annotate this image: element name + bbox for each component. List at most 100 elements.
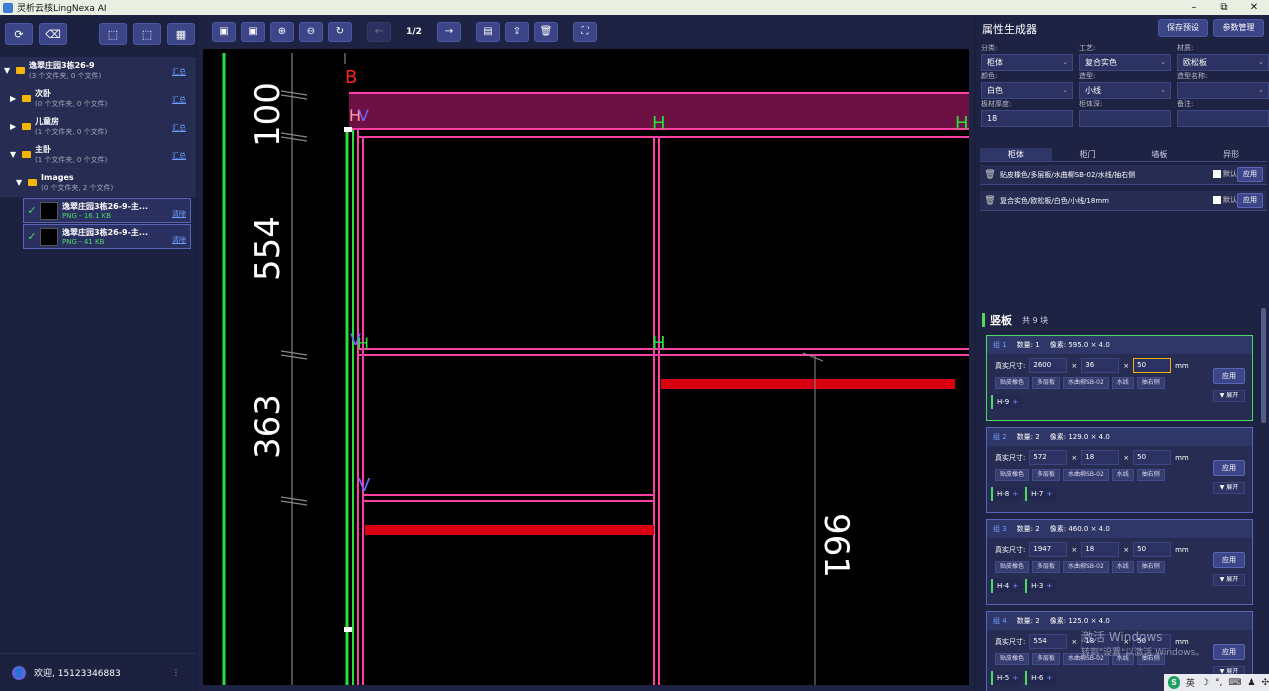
board-chip[interactable]: H-4 + xyxy=(991,579,1023,593)
board-chip[interactable]: H-8 + xyxy=(991,487,1023,501)
expand-arrow-icon[interactable]: ▼ xyxy=(16,178,26,187)
recognize-button[interactable]: ▤ xyxy=(476,21,500,42)
tree-node[interactable]: ▶ 次卧 (0 个文件夹, 0 个文件) 汇总 xyxy=(0,85,196,113)
add-icon[interactable]: + xyxy=(1046,582,1052,590)
tab-0[interactable]: 柜体 xyxy=(980,148,1052,161)
avatar[interactable]: 👤 xyxy=(12,665,26,680)
scrollbar-thumb[interactable] xyxy=(1261,308,1266,423)
tab-1[interactable]: 柜门 xyxy=(1052,148,1124,161)
apply-size-button[interactable]: 应用 xyxy=(1213,552,1245,568)
refresh-button[interactable]: ⟳ xyxy=(5,23,33,45)
thickness-input[interactable]: 18 xyxy=(1081,542,1120,557)
clear-button[interactable]: ⌫ xyxy=(39,23,67,45)
apply-preset-button[interactable]: 应用 xyxy=(1237,193,1263,208)
expand-button[interactable]: ▼ 展开 xyxy=(1213,390,1245,402)
param-management-button[interactable]: 参数管理 xyxy=(1213,19,1264,37)
reset-button[interactable]: ↻ xyxy=(328,21,352,42)
tree-node[interactable]: ▼ 逸翠庄园3栋26-9 (3 个文件夹, 0 个文件) 汇总 xyxy=(0,57,196,85)
fit-width-button[interactable]: ▣ xyxy=(212,21,236,42)
apply-size-button[interactable]: 应用 xyxy=(1213,644,1245,660)
board-chip[interactable]: H-5 + xyxy=(991,671,1023,685)
delete-button[interactable]: 🗑 xyxy=(534,21,558,42)
settings-icon[interactable]: ✣ xyxy=(1261,678,1269,688)
user-icon[interactable]: ♟ xyxy=(1247,678,1255,688)
board-group[interactable]: 组 3 数量: 2 像素: 460.0 × 4.0 真实尺寸: 1947 × 18 × 50 m… xyxy=(986,519,1253,605)
field-input[interactable]: 18 xyxy=(981,110,1073,127)
field-input[interactable]: ⌄ xyxy=(1177,82,1269,99)
fullscreen-button[interactable]: ⛶ xyxy=(573,21,597,42)
field-input[interactable] xyxy=(1177,110,1269,127)
expand-arrow-icon[interactable]: ▶ xyxy=(10,94,20,103)
user-menu-button[interactable]: ⋮ xyxy=(172,668,180,677)
file-item[interactable]: ✓ 逸翠庄园3栋26-9-主... PNG - 41 KB 清除 xyxy=(23,224,191,249)
summary-link[interactable]: 汇总 xyxy=(172,67,186,77)
expand-button[interactable]: ▼ 展开 xyxy=(1213,482,1245,494)
length-input[interactable]: 2600 xyxy=(1029,358,1068,373)
add-icon[interactable]: + xyxy=(1046,490,1052,498)
board-chip[interactable]: H-3 + xyxy=(1025,579,1057,593)
field-input[interactable] xyxy=(1079,110,1171,127)
expand-arrow-icon[interactable]: ▼ xyxy=(10,150,20,159)
add-icon[interactable]: + xyxy=(1046,674,1052,682)
width-input[interactable]: 50 xyxy=(1133,358,1172,373)
board-group[interactable]: 组 2 数量: 2 像素: 129.0 × 4.0 真实尺寸: 572 × 18 × 50 mm… xyxy=(986,427,1253,513)
default-checkbox[interactable] xyxy=(1213,170,1221,178)
select-file-button[interactable]: ⬚ xyxy=(99,23,127,45)
ime-toolbar[interactable]: S 英 ☽ °, ⌨ ♟ ✣ xyxy=(1164,674,1269,691)
apply-size-button[interactable]: 应用 xyxy=(1213,368,1245,384)
length-input[interactable]: 554 xyxy=(1029,634,1068,649)
add-icon[interactable]: + xyxy=(1012,582,1018,590)
width-input[interactable]: 50 xyxy=(1133,450,1172,465)
apply-preset-button[interactable]: 应用 xyxy=(1237,167,1263,182)
batch-button[interactable]: ▦ xyxy=(167,23,195,45)
drawing-canvas[interactable]: B H V H H V H H V 100 554 363 961 xyxy=(203,49,969,685)
export-button[interactable]: ⇪ xyxy=(505,21,529,42)
summary-link[interactable]: 汇总 xyxy=(172,151,186,161)
width-input[interactable]: 50 xyxy=(1133,542,1172,557)
field-input[interactable]: 小线 ⌄ xyxy=(1079,82,1171,99)
clear-link[interactable]: 清除 xyxy=(172,209,186,219)
select-folder-button[interactable]: ⬚ xyxy=(133,23,161,45)
summary-link[interactable]: 汇总 xyxy=(172,95,186,105)
add-icon[interactable]: + xyxy=(1012,398,1018,406)
expand-arrow-icon[interactable]: ▶ xyxy=(10,122,20,131)
length-input[interactable]: 572 xyxy=(1029,450,1068,465)
thickness-input[interactable]: 36 xyxy=(1081,358,1120,373)
thickness-input[interactable]: 18 xyxy=(1081,450,1120,465)
moon-icon[interactable]: ☽ xyxy=(1201,678,1209,688)
tree-node[interactable]: ▼ Images (0 个文件夹, 2 个文件) xyxy=(0,169,196,197)
add-icon[interactable]: + xyxy=(1012,674,1018,682)
field-input[interactable]: 柜体 ⌄ xyxy=(981,54,1073,71)
apply-size-button[interactable]: 应用 xyxy=(1213,460,1245,476)
keyboard-icon[interactable]: ⌨ xyxy=(1228,678,1241,688)
board-chip[interactable]: H-9 + xyxy=(991,395,1023,409)
maximize-button[interactable]: ⧉ xyxy=(1209,0,1239,15)
minimize-button[interactable]: – xyxy=(1179,0,1209,15)
tree-node[interactable]: ▼ 主卧 (1 个文件夹, 0 个文件) 汇总 xyxy=(0,141,196,169)
add-icon[interactable]: + xyxy=(1012,490,1018,498)
expand-button[interactable]: ▼ 展开 xyxy=(1213,574,1245,586)
trash-icon[interactable]: 🗑 xyxy=(983,196,997,206)
length-input[interactable]: 1947 xyxy=(1029,542,1068,557)
board-chip[interactable]: H-6 + xyxy=(1025,671,1057,685)
punct-icon[interactable]: °, xyxy=(1215,678,1222,688)
field-input[interactable]: 白色 ⌄ xyxy=(981,82,1073,99)
expand-arrow-icon[interactable]: ▼ xyxy=(4,66,14,75)
field-input[interactable]: 欧松板 ⌄ xyxy=(1177,54,1269,71)
zoom-in-button[interactable]: ⊕ xyxy=(270,21,294,42)
board-group[interactable]: 组 1 数量: 1 像素: 595.0 × 4.0 真实尺寸: 2600 × 36 × 50 m… xyxy=(986,335,1253,421)
summary-link[interactable]: 汇总 xyxy=(172,123,186,133)
next-page-button[interactable]: → xyxy=(437,21,461,42)
default-checkbox[interactable] xyxy=(1213,196,1221,204)
file-item[interactable]: ✓ 逸翠庄园3栋26-9-主... PNG - 16.1 KB 清除 xyxy=(23,198,191,223)
close-button[interactable]: ✕ xyxy=(1239,0,1269,15)
tree-node[interactable]: ▶ 儿童房 (1 个文件夹, 0 个文件) 汇总 xyxy=(0,113,196,141)
tab-2[interactable]: 墙板 xyxy=(1124,148,1196,161)
fit-height-button[interactable]: ▣ xyxy=(241,21,265,42)
field-input[interactable]: 复合实色 ⌄ xyxy=(1079,54,1171,71)
tab-3[interactable]: 异形 xyxy=(1195,148,1267,161)
zoom-out-button[interactable]: ⊖ xyxy=(299,21,323,42)
save-preset-button[interactable]: 保存预设 xyxy=(1158,19,1208,37)
ime-language[interactable]: 英 xyxy=(1186,676,1195,689)
prev-page-button[interactable]: ← xyxy=(367,21,391,42)
